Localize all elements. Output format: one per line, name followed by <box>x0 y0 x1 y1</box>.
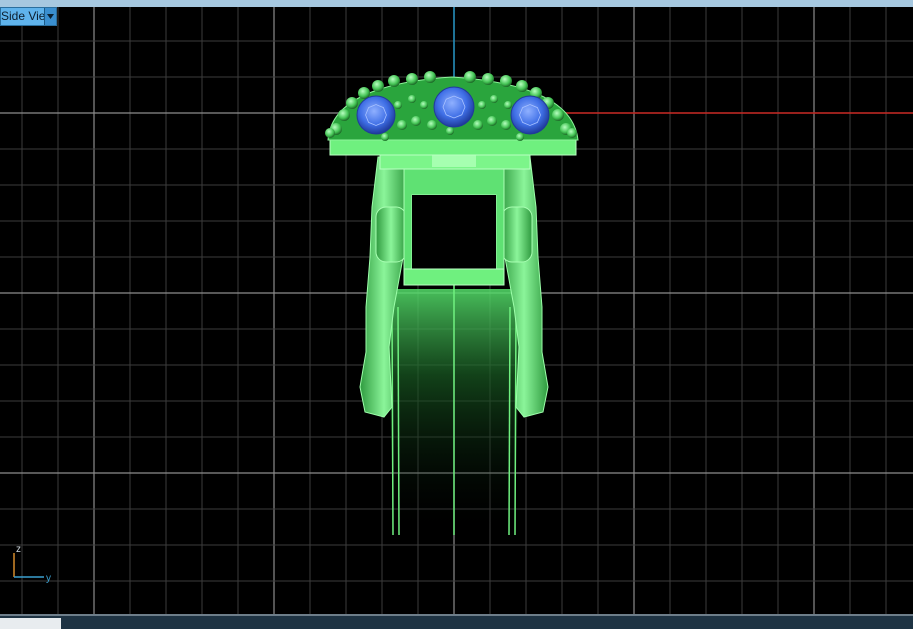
halo-bead <box>424 71 436 83</box>
ring-model[interactable] <box>325 71 579 536</box>
halo-bead <box>394 101 402 109</box>
halo-bead <box>338 109 350 121</box>
gem-stone <box>356 95 396 135</box>
viewport-canvas <box>0 7 913 614</box>
gallery-window <box>412 195 496 269</box>
halo-bead <box>408 95 416 103</box>
halo-bead <box>446 127 454 135</box>
setting-plate <box>329 139 577 156</box>
halo-bead <box>372 80 384 92</box>
halo-bead <box>346 97 358 109</box>
chevron-down-icon[interactable] <box>44 8 56 25</box>
window-title-strip <box>0 0 913 7</box>
halo-bead <box>501 120 511 130</box>
halo-bead <box>381 133 389 141</box>
gallery-bar <box>403 268 505 286</box>
gem-stone <box>510 95 550 135</box>
gem-stone <box>433 86 475 128</box>
halo-bead <box>500 75 512 87</box>
z-axis-label: z <box>16 544 21 555</box>
halo-bead <box>490 95 498 103</box>
halo-bead <box>478 101 486 109</box>
y-axis-label: y <box>46 573 51 584</box>
halo-bead <box>516 80 528 92</box>
bottom-status-bar <box>0 614 913 629</box>
halo-bead <box>464 71 476 83</box>
halo-bead <box>325 128 335 138</box>
halo-bead <box>482 73 494 85</box>
axis-triad: z y <box>13 544 51 584</box>
halo-bead <box>388 75 400 87</box>
left-hinge <box>375 206 407 263</box>
viewport-label-dropdown[interactable]: Side View <box>0 7 57 26</box>
viewport-label-text: Side View <box>1 9 45 23</box>
halo-bead <box>504 101 512 109</box>
halo-bead <box>420 101 428 109</box>
right-hinge <box>501 206 533 263</box>
halo-bead <box>567 128 577 138</box>
halo-bead <box>487 116 497 126</box>
center-block <box>432 155 476 167</box>
status-left-panel <box>0 618 61 629</box>
halo-bead <box>516 133 524 141</box>
halo-bead <box>406 73 418 85</box>
halo-bead <box>397 120 407 130</box>
halo-bead <box>427 120 437 130</box>
side-view-viewport[interactable]: Side View z y <box>0 7 913 614</box>
halo-bead <box>473 120 483 130</box>
halo-bead <box>552 109 564 121</box>
halo-bead <box>411 116 421 126</box>
